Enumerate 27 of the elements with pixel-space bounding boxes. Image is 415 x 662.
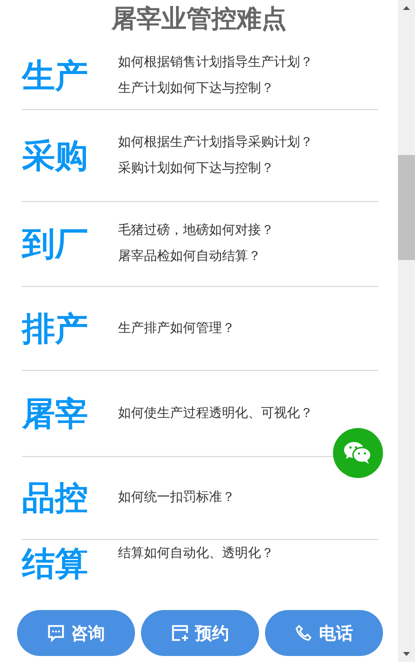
question-text: 如何统一扣罚标准？ (118, 489, 235, 507)
booking-button[interactable]: 预约 (141, 610, 259, 656)
category-label: 采购 (22, 136, 89, 176)
category-label: 生产 (22, 56, 89, 96)
scrollbar[interactable] (398, 0, 415, 662)
wechat-button[interactable] (333, 428, 383, 478)
message-icon (47, 624, 65, 642)
question-text: 屠宰品检如何自动结算？ (118, 248, 262, 266)
calendar-add-icon (171, 624, 189, 642)
question-text: 毛猪过磅，地磅如何对接？ (118, 222, 274, 240)
category-label: 到厂 (22, 224, 89, 264)
category-label: 屠宰 (22, 394, 89, 434)
category-label: 排产 (22, 308, 89, 348)
question-text: 生产计划如何下达与控制？ (118, 80, 275, 98)
phone-icon (295, 624, 313, 642)
question-text: 如何根据生产计划指导采购计划？ (118, 134, 313, 152)
wechat-icon (343, 441, 373, 465)
page-title: 屠宰业管控难点 (110, 3, 288, 35)
question-text: 结算如何自动化、透明化？ (118, 545, 274, 563)
question-text: 生产排产如何管理？ (118, 320, 235, 338)
category-label: 结算 (22, 544, 89, 584)
question-text: 采购计划如何下达与控制？ (118, 160, 275, 178)
call-button[interactable]: 电话 (265, 610, 383, 656)
question-text: 如何使生产过程透明化、可视化？ (118, 404, 313, 422)
consult-button[interactable]: 咨询 (17, 610, 135, 656)
category-label: 品控 (22, 478, 89, 518)
question-text: 如何根据销售计划指导生产计划？ (118, 54, 313, 72)
